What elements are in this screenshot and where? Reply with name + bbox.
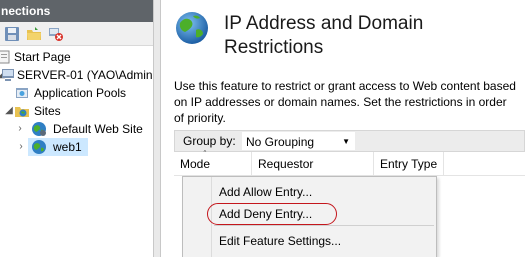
- page-title: IP Address and Domain Restrictions: [224, 12, 504, 60]
- expand-arrow-icon[interactable]: ›: [15, 120, 25, 138]
- tree-item-web1[interactable]: web1: [28, 138, 88, 156]
- tree-item-default-web-site[interactable]: › Default Web Site: [0, 120, 153, 138]
- sites-folder-icon: [14, 103, 30, 119]
- tree-item-application-pools[interactable]: Application Pools: [0, 84, 153, 102]
- group-by-label: Group by:: [183, 134, 236, 148]
- dropdown-arrow-icon: ▼: [342, 137, 350, 146]
- save-icon[interactable]: [4, 26, 20, 42]
- tree-item-label: web1: [53, 140, 82, 154]
- connections-header: nections: [0, 0, 153, 22]
- group-by-value: No Grouping: [246, 135, 315, 149]
- tree-item-sites[interactable]: ◢ Sites: [0, 102, 153, 120]
- website-globe-icon: [31, 121, 47, 137]
- context-menu: Add Allow Entry... Add Deny Entry... Edi…: [182, 176, 437, 257]
- server-icon: [0, 67, 16, 83]
- menu-separator: [214, 225, 434, 226]
- website-globe-icon: [31, 139, 47, 155]
- pane-splitter[interactable]: [153, 0, 161, 257]
- app-pools-icon: [14, 85, 30, 101]
- menu-item-add-allow-entry[interactable]: Add Allow Entry...: [219, 182, 312, 202]
- tree-item-label: Sites: [34, 104, 61, 118]
- menu-item-edit-feature-settings[interactable]: Edit Feature Settings...: [219, 231, 341, 251]
- tree-item-start-page[interactable]: Start Page: [0, 48, 153, 66]
- group-by-dropdown[interactable]: No Grouping ▼: [242, 132, 355, 150]
- connections-pane: nections Start Page ◢ SERVER-01 (YAO\Adm…: [0, 0, 153, 257]
- feature-description: Use this feature to restrict or grant ac…: [174, 79, 516, 125]
- expand-arrow-icon[interactable]: ›: [16, 138, 26, 156]
- entries-column-headers: Mode Requestor Entry Type: [174, 152, 525, 176]
- annotation-highlight-ellipse: [207, 203, 337, 225]
- tree-item-server[interactable]: ◢ SERVER-01 (YAO\Administ: [0, 66, 153, 84]
- column-header-mode[interactable]: Mode: [174, 152, 252, 176]
- column-header-requestor[interactable]: Requestor: [252, 152, 374, 176]
- tree-item-label: Default Web Site: [53, 122, 143, 136]
- column-header-entry-type[interactable]: Entry Type: [374, 152, 444, 176]
- start-page-icon: [0, 49, 12, 65]
- folder-icon[interactable]: [26, 26, 42, 42]
- group-by-bar: Group by: No Grouping ▼: [174, 130, 525, 152]
- tree-item-label: Application Pools: [34, 86, 127, 100]
- tree-item-label: Start Page: [14, 50, 71, 64]
- connections-toolbar: [0, 22, 153, 46]
- tree-item-label: SERVER-01 (YAO\Administ: [17, 68, 153, 82]
- collapse-arrow-icon[interactable]: ◢: [4, 102, 14, 120]
- page-title-line-2: Restrictions: [224, 37, 324, 58]
- disconnect-icon[interactable]: [48, 26, 64, 42]
- ip-restrictions-globe-icon: [174, 10, 210, 46]
- page-title-line-1: IP Address and Domain: [224, 13, 424, 34]
- feature-page: IP Address and Domain Restrictions Use t…: [162, 0, 525, 257]
